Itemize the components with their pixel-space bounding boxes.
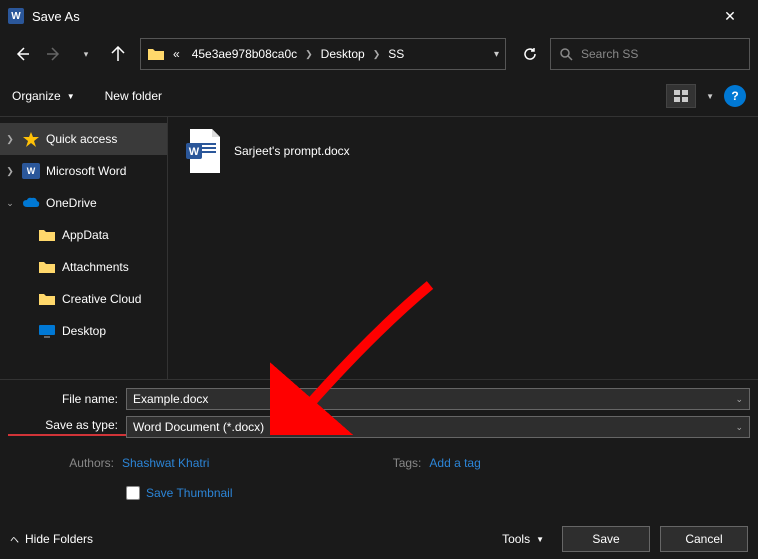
tools-label: Tools	[502, 532, 530, 546]
tree-item-appdata[interactable]: AppData	[0, 219, 167, 251]
view-mode-button[interactable]	[666, 84, 696, 108]
chevron-right-icon: ❯	[4, 134, 16, 145]
search-input[interactable]	[550, 38, 750, 70]
chevron-down-icon: ▼	[67, 92, 75, 101]
hide-folders-button[interactable]: ヘ Hide Folders	[10, 532, 93, 546]
filename-label: File name:	[8, 392, 126, 406]
file-list[interactable]: W Sarjeet's prompt.docx	[168, 116, 758, 380]
window-title: Save As	[32, 9, 710, 24]
docx-file-icon: W	[184, 127, 224, 175]
search-field[interactable]	[581, 47, 741, 61]
chevron-down-icon: ⌄	[4, 198, 16, 209]
chevron-right-icon: ❯	[373, 49, 381, 60]
close-icon[interactable]: ✕	[710, 0, 750, 32]
chevron-down-icon[interactable]: ▾	[494, 49, 499, 60]
file-name-label: Sarjeet's prompt.docx	[234, 144, 350, 158]
tree-item-creative-cloud[interactable]: Creative Cloud	[0, 283, 167, 315]
help-button[interactable]: ?	[724, 85, 746, 107]
recent-dropdown-icon[interactable]: ▾	[72, 40, 100, 68]
authors-value[interactable]: Shashwat Khatri	[122, 456, 209, 470]
breadcrumb-prefix: «	[169, 47, 184, 61]
new-folder-label: New folder	[105, 89, 162, 103]
filename-field[interactable]	[133, 392, 743, 406]
folder-icon	[38, 227, 56, 243]
authors-label: Authors:	[42, 456, 114, 470]
tree-item-word[interactable]: ❯ W Microsoft Word	[0, 155, 167, 187]
chevron-right-icon: ❯	[4, 166, 16, 177]
save-as-type-label: Save as type:	[8, 418, 126, 436]
desktop-icon	[38, 323, 56, 339]
save-thumbnail-label: Save Thumbnail	[146, 486, 233, 500]
save-button[interactable]: Save	[562, 526, 650, 552]
tags-label: Tags:	[381, 456, 421, 470]
breadcrumb-segment[interactable]: SS	[384, 47, 408, 61]
folder-icon	[147, 47, 165, 61]
cloud-icon	[22, 195, 40, 211]
chevron-right-icon: ❯	[305, 49, 313, 60]
refresh-button[interactable]	[514, 38, 546, 70]
folder-icon	[38, 291, 56, 307]
filename-input[interactable]: ⌄	[126, 388, 750, 410]
forward-button[interactable]	[40, 40, 68, 68]
chevron-down-icon[interactable]: ▼	[706, 92, 714, 101]
breadcrumb[interactable]: « 45e3ae978b08ca0c ❯ Desktop ❯ SS ▾	[140, 38, 506, 70]
tags-value[interactable]: Add a tag	[429, 456, 480, 470]
chevron-down-icon[interactable]: ⌄	[735, 394, 743, 405]
chevron-down-icon: ▼	[536, 535, 544, 544]
svg-text:W: W	[189, 146, 200, 158]
chevron-down-icon[interactable]: ⌄	[735, 422, 743, 433]
back-button[interactable]	[8, 40, 36, 68]
search-icon	[559, 47, 573, 61]
cancel-button[interactable]: Cancel	[660, 526, 748, 552]
up-button[interactable]	[104, 40, 132, 68]
save-as-type-dropdown[interactable]: Word Document (*.docx) ⌄	[126, 416, 750, 438]
chevron-up-icon: ヘ	[10, 533, 19, 546]
save-thumbnail-checkbox[interactable]	[126, 486, 140, 500]
file-item[interactable]: W Sarjeet's prompt.docx	[184, 127, 350, 175]
word-icon: W	[22, 163, 40, 179]
breadcrumb-segment[interactable]: 45e3ae978b08ca0c	[188, 47, 301, 61]
word-app-icon: W	[8, 8, 24, 24]
organize-label: Organize	[12, 89, 61, 103]
new-folder-button[interactable]: New folder	[105, 89, 162, 103]
folder-icon	[38, 259, 56, 275]
organize-menu[interactable]: Organize ▼	[12, 89, 75, 103]
folder-tree: ❯ Quick access ❯ W Microsoft Word ⌄ OneD…	[0, 116, 168, 380]
tree-item-quick-access[interactable]: ❯ Quick access	[0, 123, 167, 155]
tree-item-desktop[interactable]: Desktop	[0, 315, 167, 347]
tools-menu[interactable]: Tools ▼	[502, 532, 544, 546]
breadcrumb-segment[interactable]: Desktop	[317, 47, 369, 61]
save-as-type-value: Word Document (*.docx)	[133, 420, 264, 434]
hide-folders-label: Hide Folders	[25, 532, 93, 546]
star-icon	[22, 131, 40, 147]
tree-item-attachments[interactable]: Attachments	[0, 251, 167, 283]
tree-item-onedrive[interactable]: ⌄ OneDrive	[0, 187, 167, 219]
